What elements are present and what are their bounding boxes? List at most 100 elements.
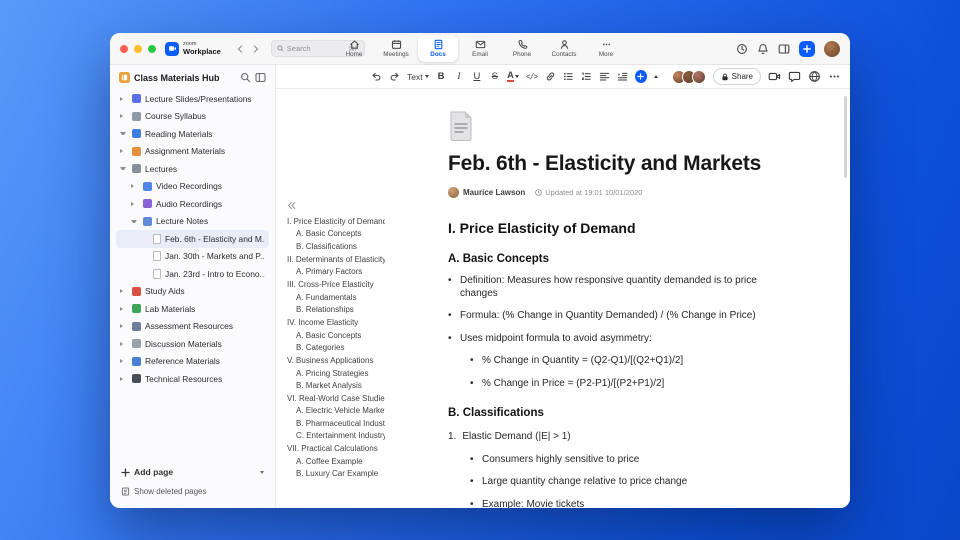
tab-docs[interactable]: Docs — [418, 35, 458, 62]
add-page-button[interactable]: Add page — [121, 467, 264, 477]
sidebar-item[interactable]: Course Syllabus — [116, 108, 269, 126]
sidebar-item[interactable]: Video Recordings — [116, 178, 269, 196]
outline-item[interactable]: B. Classifications — [287, 241, 385, 253]
outline-item[interactable]: VI. Real-World Case Studies — [287, 393, 385, 405]
outline-item[interactable]: A. Primary Factors — [287, 266, 385, 278]
sidebar-item[interactable]: Technical Resources — [116, 370, 269, 388]
chevron-right-icon[interactable] — [120, 359, 126, 364]
chevron-right-icon[interactable] — [120, 149, 126, 154]
scrollbar-thumb[interactable] — [844, 96, 847, 178]
tab-more[interactable]: More — [586, 35, 626, 62]
sidebar-item[interactable]: Lab Materials — [116, 300, 269, 318]
code-button[interactable]: </> — [526, 72, 539, 81]
sidebar-search-icon[interactable] — [240, 72, 251, 83]
collaborator-avatar[interactable] — [691, 69, 706, 84]
outline-item[interactable]: A. Fundamentals — [287, 292, 385, 304]
chevron-right-icon[interactable] — [131, 184, 137, 189]
sidebar-item[interactable]: Jan. 23rd - Intro to Econo... — [116, 265, 269, 283]
side-panel-icon[interactable] — [778, 43, 790, 55]
share-button[interactable]: Share — [712, 68, 762, 85]
redo-button[interactable] — [389, 71, 400, 82]
collapse-sidebar-icon[interactable] — [255, 72, 266, 83]
outline-item[interactable]: B. Luxury Car Example — [287, 468, 385, 480]
collapse-outline-icon[interactable] — [287, 201, 296, 210]
collapse-toolbar-button[interactable] — [653, 75, 658, 78]
outline-item[interactable]: V. Business Applications — [287, 355, 385, 367]
chevron-down-icon[interactable] — [260, 470, 264, 474]
sidebar-item[interactable]: Study Aids — [116, 283, 269, 301]
chevron-right-icon[interactable] — [120, 114, 126, 119]
minimize-window-button[interactable] — [134, 44, 142, 53]
chevron-right-icon[interactable] — [120, 289, 126, 294]
numbered-list-button[interactable] — [581, 71, 592, 82]
sidebar-item[interactable]: Feb. 6th - Elasticity and M... — [116, 230, 269, 248]
chevron-right-icon[interactable] — [131, 201, 137, 206]
tab-email[interactable]: Email — [460, 35, 500, 62]
show-deleted-pages-button[interactable]: Show deleted pages — [121, 487, 264, 496]
sidebar-item[interactable]: Reference Materials — [116, 353, 269, 371]
tab-phone[interactable]: Phone — [502, 35, 542, 62]
outline-item[interactable]: A. Coffee Example — [287, 456, 385, 468]
align-button[interactable] — [599, 71, 610, 82]
link-button[interactable] — [545, 71, 556, 82]
notifications-bell-icon[interactable] — [757, 43, 769, 55]
outline-item[interactable]: II. Determinants of Elasticity — [287, 254, 385, 266]
italic-button[interactable]: I — [454, 72, 465, 82]
outline-item[interactable]: B. Pharmaceutical Industry — [287, 418, 385, 430]
comments-button[interactable] — [788, 70, 801, 83]
tab-meetings[interactable]: Meetings — [376, 35, 416, 62]
outline-item[interactable]: IV. Income Elasticity — [287, 317, 385, 329]
chevron-right-icon[interactable] — [120, 96, 126, 101]
underline-button[interactable]: U — [471, 71, 482, 82]
sidebar-item[interactable]: Jan. 30th - Markets and P... — [116, 248, 269, 266]
sidebar-item[interactable]: Discussion Materials — [116, 335, 269, 353]
undo-button[interactable] — [371, 71, 382, 82]
outline-item[interactable]: A. Pricing Strategies — [287, 368, 385, 380]
new-item-button[interactable] — [799, 40, 815, 57]
tab-contacts[interactable]: Contacts — [544, 35, 584, 62]
close-window-button[interactable] — [120, 44, 128, 53]
video-button[interactable] — [768, 70, 781, 83]
strikethrough-button[interactable]: S — [489, 71, 500, 82]
outline-item[interactable]: C. Entertainment Industry — [287, 430, 385, 442]
outline-item[interactable]: B. Market Analysis — [287, 380, 385, 392]
chevron-right-icon[interactable] — [120, 376, 126, 381]
doc-canvas[interactable]: I. Price Elasticity of Demand A. Basic Co… — [276, 89, 850, 508]
document-body[interactable]: I. Price Elasticity of Demand A. Basic Co… — [448, 220, 790, 508]
sidebar-item[interactable]: Lecture Slides/Presentations — [116, 90, 269, 108]
indent-button[interactable] — [617, 71, 628, 82]
sidebar-item[interactable]: Lecture Notes — [116, 213, 269, 231]
chevron-right-icon[interactable] — [120, 306, 126, 311]
sidebar-item[interactable]: Lectures — [116, 160, 269, 178]
chevron-down-icon[interactable] — [120, 167, 126, 171]
sidebar-item[interactable]: Audio Recordings — [116, 195, 269, 213]
sidebar-item[interactable]: Assignment Materials — [116, 143, 269, 161]
history-icon[interactable] — [736, 43, 748, 55]
insert-block-button[interactable] — [634, 70, 647, 83]
outline-item[interactable]: III. Cross-Price Elasticity — [287, 279, 385, 291]
bulleted-list-button[interactable] — [563, 71, 574, 82]
outline-item[interactable]: B. Categories — [287, 342, 385, 354]
outline-item[interactable]: I. Price Elasticity of Demand — [287, 216, 385, 228]
bold-button[interactable]: B — [436, 71, 447, 82]
document-title[interactable]: Feb. 6th - Elasticity and Markets — [448, 152, 790, 176]
chevron-down-icon[interactable] — [120, 132, 126, 136]
tab-home[interactable]: Home — [334, 35, 374, 62]
outline-item[interactable]: A. Electric Vehicle Market — [287, 405, 385, 417]
more-options-button[interactable] — [828, 70, 841, 83]
text-color-button[interactable]: A — [507, 70, 519, 83]
outline-item[interactable]: A. Basic Concepts — [287, 228, 385, 240]
maximize-window-button[interactable] — [148, 44, 156, 53]
user-avatar[interactable] — [824, 40, 840, 57]
outline-item[interactable]: VII. Practical Calculations — [287, 443, 385, 455]
forward-button[interactable] — [249, 42, 263, 56]
outline-item[interactable]: B. Relationships — [287, 304, 385, 316]
sidebar-item[interactable]: Reading Materials — [116, 125, 269, 143]
sidebar-item[interactable]: Assessment Resources — [116, 318, 269, 336]
chevron-right-icon[interactable] — [120, 324, 126, 329]
language-globe-icon[interactable] — [808, 70, 821, 83]
chevron-down-icon[interactable] — [131, 219, 137, 223]
collaborator-avatars[interactable] — [671, 69, 706, 84]
text-style-dropdown[interactable]: Text — [407, 72, 429, 82]
chevron-right-icon[interactable] — [120, 341, 126, 346]
